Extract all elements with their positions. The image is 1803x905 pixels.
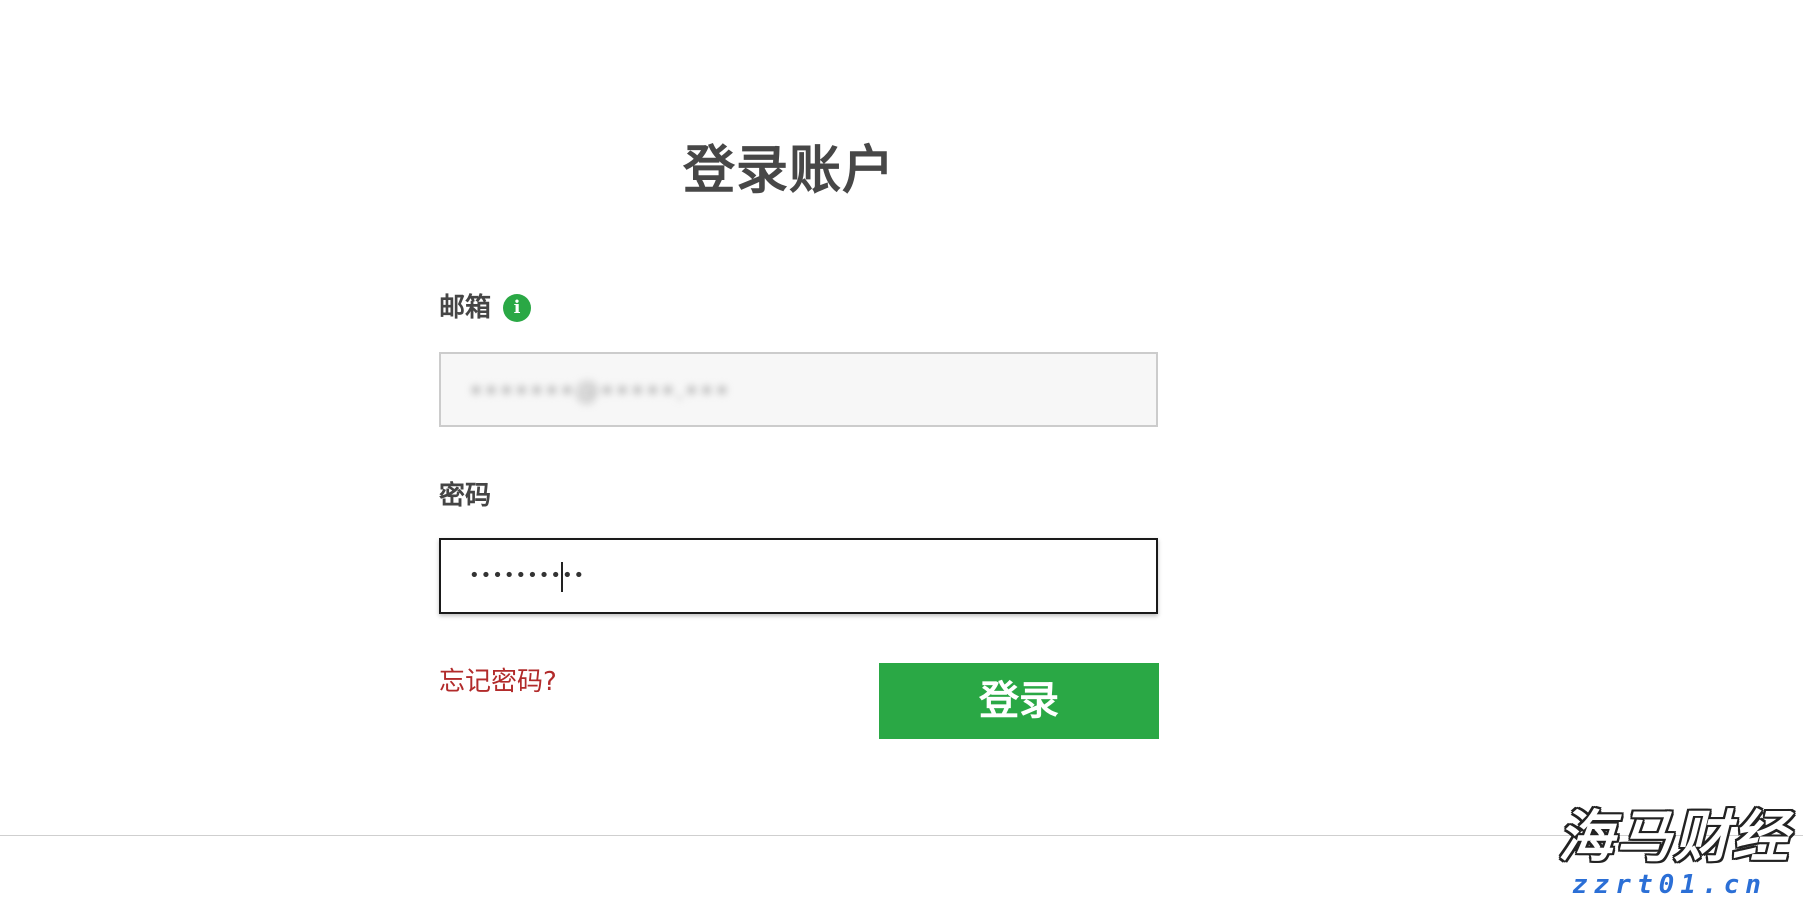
divider — [0, 835, 1803, 836]
email-label: 邮箱 — [439, 293, 492, 323]
email-field[interactable]: •••••••@•••••.••• — [439, 352, 1158, 427]
watermark-main-text: 海马财经 — [1558, 805, 1790, 870]
watermark-sub-text: zzrt01.cn — [1572, 870, 1767, 900]
email-value: •••••••@•••••.••• — [469, 377, 730, 405]
password-label: 密码 — [439, 481, 492, 511]
password-value: •••••••••• — [469, 565, 586, 586]
forgot-password-link[interactable]: 忘记密码? — [439, 664, 557, 700]
info-icon[interactable]: i — [503, 294, 531, 322]
watermark-logo: 海马财经 zzrt01.cn — [1548, 806, 1798, 902]
login-button[interactable]: 登录 — [879, 663, 1159, 739]
password-field[interactable]: •••••••••• — [439, 538, 1158, 614]
text-cursor — [561, 562, 563, 592]
page-title: 登录账户 — [683, 141, 896, 201]
